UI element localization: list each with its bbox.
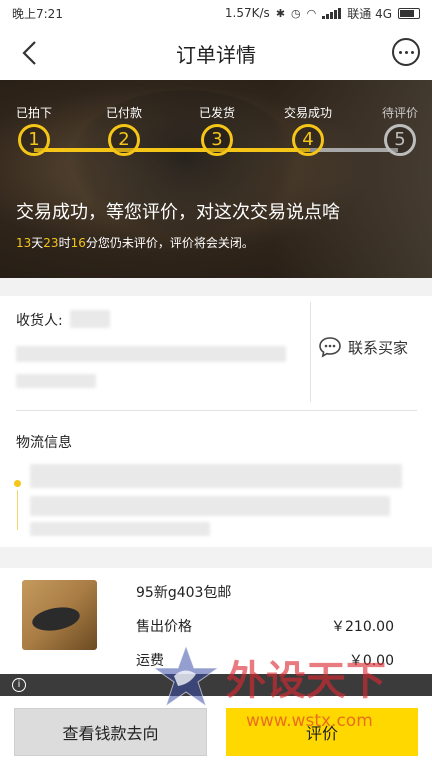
carrier: 联通 4G: [347, 6, 392, 21]
logistics-section[interactable]: 物流信息: [0, 412, 432, 547]
header: 订单详情: [0, 26, 432, 80]
status-time: 晚上7:21: [12, 6, 63, 21]
step-4: 交易成功 4: [276, 104, 340, 156]
status-bar: 晚上7:21 1.57K/s ✱ ◷ ◠ 联通 4G: [0, 0, 432, 26]
more-icon: [398, 50, 402, 54]
alarm-icon: ◷: [291, 6, 301, 20]
review-countdown: 13天23时16分您仍未评价，评价将会关闭。: [16, 234, 254, 251]
status-headline: 交易成功，等您评价，对这次交易说点啥: [16, 202, 340, 223]
redacted-logistics-time: [30, 522, 210, 536]
section-gap: [0, 547, 432, 568]
progress-steps: 已拍下 1 已付款 2 已发货 3 交易成功 4 待评价 5: [0, 104, 432, 164]
product-thumbnail: [22, 580, 97, 650]
status-icons: 1.57K/s ✱ ◷ ◠ 联通 4G: [225, 5, 420, 22]
step-number: 4: [292, 124, 324, 156]
price-value: ￥210.00: [331, 619, 394, 635]
progress-line-done: [34, 148, 310, 152]
timeline-line: [17, 490, 18, 530]
countdown-minutes: 16: [70, 236, 86, 250]
shipping-label: 运费: [136, 653, 164, 669]
receiver-section: 收货人: 联系买家: [0, 296, 432, 411]
redacted-name: [70, 310, 110, 328]
redacted-logistics-info: [30, 464, 402, 488]
info-strip: i: [0, 674, 432, 696]
countdown-hours: 23: [43, 236, 59, 250]
logistics-label: 物流信息: [16, 435, 72, 451]
step-5: 待评价 5: [368, 104, 432, 156]
battery-icon: [398, 7, 420, 19]
product-name: 95新g403包邮: [136, 585, 232, 601]
countdown-hours-unit: 时: [58, 236, 71, 250]
step-label: 待评价: [381, 106, 418, 120]
order-status-banner: 已拍下 1 已付款 2 已发货 3 交易成功 4 待评价 5 交易成功，等您评价…: [0, 80, 432, 278]
step-number: 5: [384, 124, 416, 156]
price-label: 售出价格: [136, 619, 192, 635]
more-icon-dot: [410, 50, 414, 54]
step-label: 已拍下: [15, 106, 52, 120]
more-icon-dot: [404, 50, 408, 54]
more-button[interactable]: [392, 38, 420, 66]
countdown-notice: 分您仍未评价，评价将会关闭。: [85, 236, 254, 250]
step-3: 已发货 3: [185, 104, 249, 156]
chat-bubble-icon: [319, 337, 341, 358]
review-button[interactable]: 评价: [226, 708, 418, 756]
divider: [16, 410, 417, 411]
chevron-left-icon: [22, 41, 36, 65]
page-title: 订单详情: [176, 42, 256, 67]
contact-buyer-label: 联系买家: [348, 338, 409, 357]
step-number: 3: [201, 124, 233, 156]
step-1: 已拍下 1: [2, 104, 66, 156]
step-number: 2: [108, 124, 140, 156]
step-label: 已发货: [198, 106, 235, 120]
view-money-button[interactable]: 查看钱款去向: [14, 708, 207, 756]
back-button[interactable]: [14, 38, 44, 68]
contact-buyer-button[interactable]: 联系买家: [318, 336, 408, 358]
section-gap: [0, 278, 432, 296]
product-card[interactable]: 95新g403包邮 售出价格 ￥210.00 运费 ￥0.00: [0, 568, 432, 678]
signal-icon: [322, 7, 342, 19]
countdown-days: 13: [16, 236, 32, 250]
redacted-phone: [16, 374, 96, 388]
timeline-dot: [14, 480, 21, 487]
network-speed: 1.57K/s: [224, 6, 270, 20]
vertical-divider: [310, 302, 311, 402]
countdown-days-unit: 天: [31, 236, 44, 250]
shipping-value: ￥0.00: [348, 653, 394, 669]
step-label: 已付款: [105, 106, 142, 120]
step-2: 已付款 2: [92, 104, 156, 156]
wifi-icon: ◠: [306, 6, 317, 20]
step-label: 交易成功: [283, 106, 332, 120]
info-icon[interactable]: i: [12, 678, 26, 692]
bottom-action-bar: 查看钱款去向 评价: [0, 696, 432, 768]
redacted-address: [16, 346, 286, 362]
receiver-label: 收货人:: [16, 313, 63, 329]
step-number: 1: [18, 124, 50, 156]
bluetooth-icon: ✱: [275, 6, 286, 20]
redacted-logistics-info: [30, 496, 390, 516]
